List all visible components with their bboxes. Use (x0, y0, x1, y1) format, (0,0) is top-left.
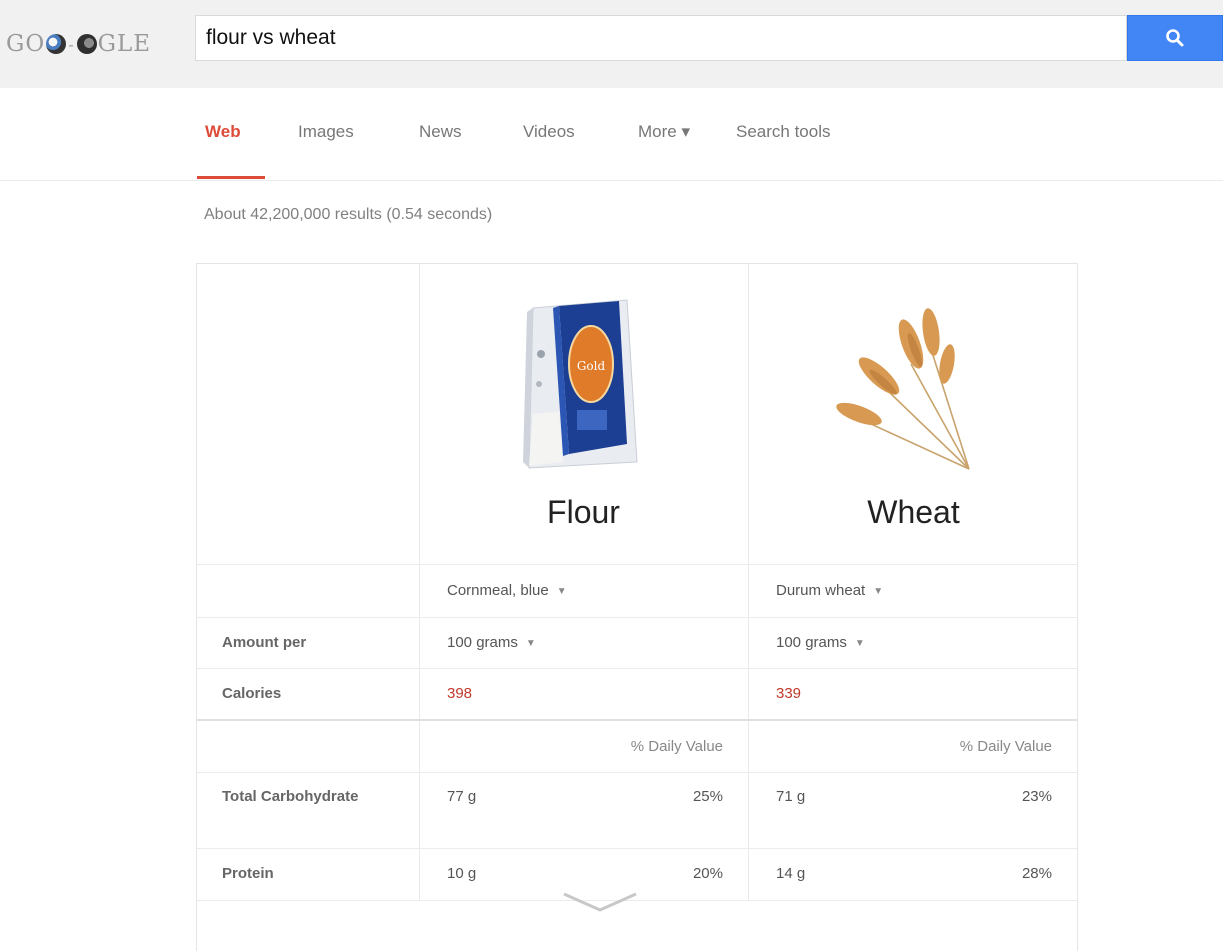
flour-bag-brand: Gold (577, 359, 606, 373)
flour-bag-image: Gold (523, 299, 638, 469)
nutrient-amount-wheat: 14 g (776, 865, 806, 882)
chevron-down-icon: ▼ (556, 585, 567, 597)
column-divider (419, 264, 420, 900)
calories-value-flour: 398 (447, 685, 473, 702)
food-title-flour: Flour (547, 494, 620, 530)
daily-value-header-flour: % Daily Value (630, 738, 723, 755)
result-stats: About 42,200,000 results (0.54 seconds) (204, 206, 493, 223)
search-icon (1166, 29, 1184, 47)
amount-select-flour[interactable]: 100 grams ▼ (447, 634, 536, 651)
nutrient-pct-flour: 20% (692, 865, 723, 882)
nutrient-label-protein: Protein (222, 865, 274, 882)
active-tab-indicator (197, 176, 265, 179)
nutrient-amount-flour: 10 g (447, 865, 477, 882)
search-input[interactable] (206, 22, 1106, 54)
nutrient-pct-wheat: 23% (1021, 788, 1052, 805)
tab-videos[interactable]: Videos (523, 122, 575, 142)
row-divider (197, 848, 1077, 849)
eclipse-moon-icon (46, 34, 67, 54)
nutrient-amount-wheat: 71 g (776, 788, 806, 805)
logo-text-left: GO (6, 31, 46, 57)
divider (0, 180, 1223, 181)
nutrient-pct-wheat: 28% (1021, 865, 1052, 882)
nutrient-label-total-carbohydrate: Total Carbohydrate (222, 788, 359, 805)
tab-images[interactable]: Images (298, 122, 354, 142)
row-divider (197, 668, 1077, 669)
chevron-down-icon[interactable] (562, 890, 638, 914)
amount-select-wheat[interactable]: 100 grams ▼ (776, 634, 865, 651)
variety-value: Durum wheat (776, 582, 866, 599)
search-box (195, 15, 1127, 61)
eclipse-moon-icon (76, 34, 97, 54)
tab-web[interactable]: Web (205, 122, 241, 142)
search-button[interactable] (1127, 15, 1223, 61)
amount-value: 100 grams (447, 634, 518, 651)
row-divider (197, 564, 1077, 565)
logo-text-right: GLE (97, 31, 152, 57)
calories-value-wheat: 339 (776, 685, 802, 702)
tab-search-tools[interactable]: Search tools (736, 122, 831, 142)
tab-news[interactable]: News (419, 122, 462, 142)
chevron-down-icon: ▼ (525, 637, 536, 649)
wheat-image (836, 308, 970, 470)
chevron-down-icon: ▼ (854, 637, 865, 649)
nutrition-comparison-card: Gold Flour Wheat Cornmeal, blue ▼ Durum … (196, 263, 1078, 951)
nutrient-amount-flour: 77 g (447, 788, 477, 805)
variety-value: Cornmeal, blue (447, 582, 549, 599)
search-header: GO - GLE (0, 0, 1223, 88)
variety-select-wheat[interactable]: Durum wheat ▼ (776, 582, 883, 599)
row-divider (197, 719, 1077, 721)
row-divider (197, 772, 1077, 773)
amount-per-label: Amount per (222, 634, 307, 651)
logo-dash: - (68, 34, 75, 54)
variety-select-flour[interactable]: Cornmeal, blue ▼ (447, 582, 567, 599)
column-divider (748, 264, 749, 900)
search-tabs: Web Images News Videos More ▾ Search too… (0, 100, 1223, 180)
daily-value-header-wheat: % Daily Value (959, 738, 1052, 755)
nutrient-pct-flour: 25% (692, 788, 723, 805)
tab-more[interactable]: More ▾ (638, 122, 690, 142)
amount-value: 100 grams (776, 634, 847, 651)
chevron-down-icon: ▼ (873, 585, 884, 597)
google-doodle-logo[interactable]: GO - GLE (6, 24, 151, 64)
calories-label: Calories (222, 685, 282, 702)
row-divider (197, 617, 1077, 618)
food-title-wheat: Wheat (867, 494, 960, 530)
